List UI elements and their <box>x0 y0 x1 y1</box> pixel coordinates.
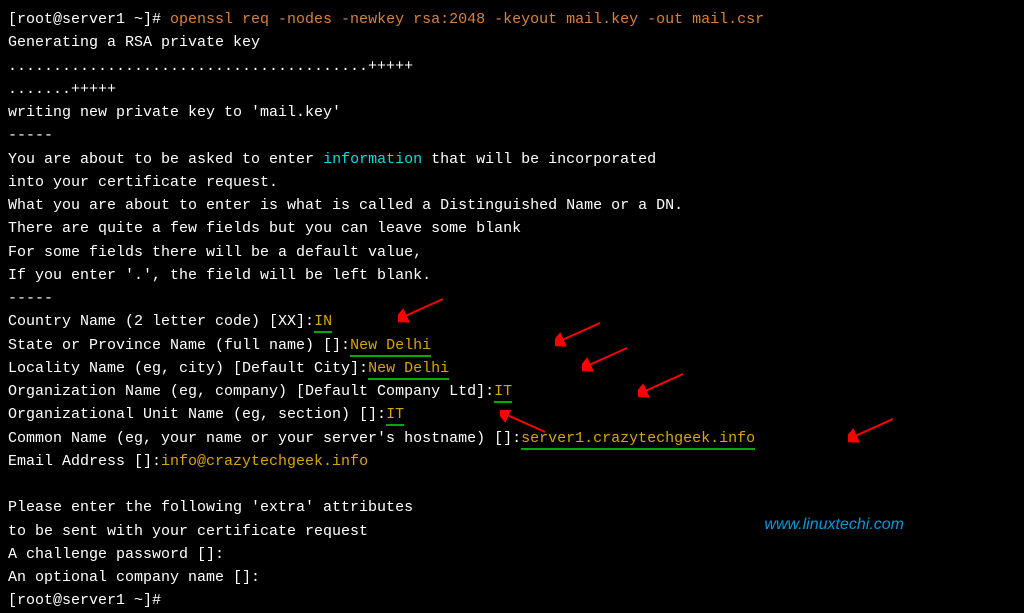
output-dashes-2: ----- <box>8 287 1016 310</box>
output-intro-4: There are quite a few fields but you can… <box>8 217 1016 240</box>
extra-company: An optional company name []: <box>8 566 1016 589</box>
field-cn: Common Name (eg, your name or your serve… <box>8 427 1016 450</box>
watermark: www.linuxtechi.com <box>764 513 904 538</box>
org-label: Organization Name (eg, company) [Default… <box>8 383 494 400</box>
email-value: info@crazytechgeek.info <box>161 453 368 470</box>
output-intro-1: You are about to be asked to enter infor… <box>8 148 1016 171</box>
cn-label: Common Name (eg, your name or your serve… <box>8 430 521 447</box>
highlighted-word: information <box>323 151 422 168</box>
blank-line <box>8 473 1016 496</box>
state-label: State or Province Name (full name) []: <box>8 337 350 354</box>
email-label: Email Address []: <box>8 453 161 470</box>
state-value: New Delhi <box>350 337 431 357</box>
prompt-prefix: [root@server1 ~]# <box>8 11 170 28</box>
field-ou: Organizational Unit Name (eg, section) [… <box>8 403 1016 426</box>
output-progress-dots-1: ........................................… <box>8 55 1016 78</box>
org-value: IT <box>494 383 512 403</box>
output-generating: Generating a RSA private key <box>8 31 1016 54</box>
field-country: Country Name (2 letter code) [XX]:IN <box>8 310 1016 333</box>
ou-label: Organizational Unit Name (eg, section) [… <box>8 406 386 423</box>
field-email: Email Address []:info@crazytechgeek.info <box>8 450 1016 473</box>
prompt-prefix-2: [root@server1 ~]# <box>8 592 170 609</box>
extra-challenge: A challenge password []: <box>8 543 1016 566</box>
output-intro-2: into your certificate request. <box>8 171 1016 194</box>
field-state: State or Province Name (full name) []:Ne… <box>8 334 1016 357</box>
output-writing-key: writing new private key to 'mail.key' <box>8 101 1016 124</box>
output-intro-5: For some fields there will be a default … <box>8 241 1016 264</box>
field-city: Locality Name (eg, city) [Default City]:… <box>8 357 1016 380</box>
prompt-line-2: [root@server1 ~]# <box>8 589 1016 612</box>
field-org: Organization Name (eg, company) [Default… <box>8 380 1016 403</box>
country-value: IN <box>314 313 332 333</box>
city-value: New Delhi <box>368 360 449 380</box>
command-text: openssl req -nodes -newkey rsa:2048 -key… <box>170 11 764 28</box>
output-intro-3: What you are about to enter is what is c… <box>8 194 1016 217</box>
cn-value: server1.crazytechgeek.info <box>521 430 755 450</box>
output-dashes-1: ----- <box>8 124 1016 147</box>
output-intro-6: If you enter '.', the field will be left… <box>8 264 1016 287</box>
output-progress-dots-2: .......+++++ <box>8 78 1016 101</box>
ou-value: IT <box>386 406 404 426</box>
country-label: Country Name (2 letter code) [XX]: <box>8 313 314 330</box>
prompt-line-1: [root@server1 ~]# openssl req -nodes -ne… <box>8 8 1016 31</box>
city-label: Locality Name (eg, city) [Default City]: <box>8 360 368 377</box>
